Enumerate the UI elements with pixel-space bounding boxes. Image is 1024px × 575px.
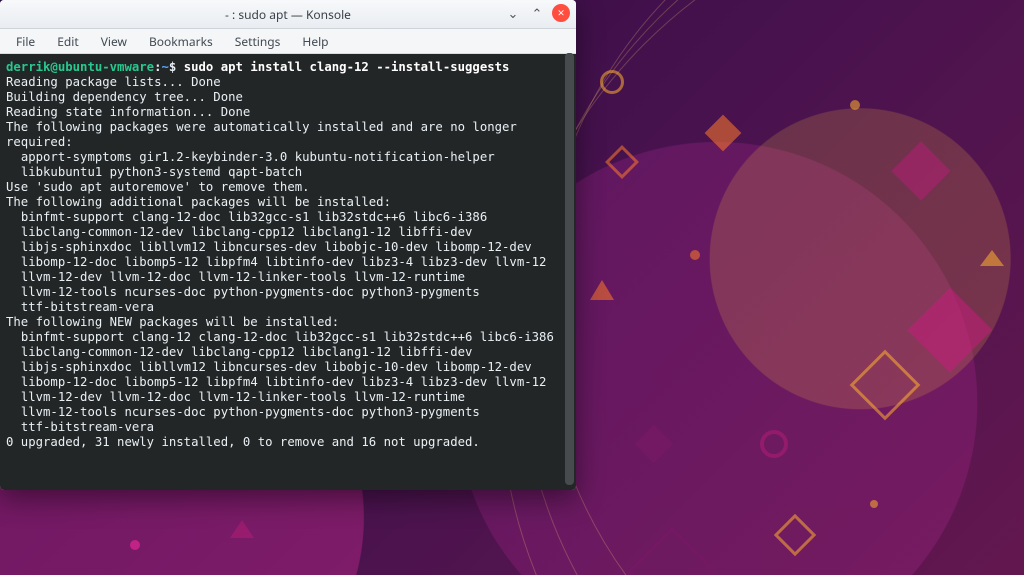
out-line: ttf-bitstream-vera [6, 420, 154, 434]
out-line: apport-symptoms gir1.2-keybinder-3.0 kub… [6, 150, 495, 164]
menu-help[interactable]: Help [292, 30, 338, 53]
out-line: llvm-12-tools ncurses-doc python-pygment… [6, 285, 480, 299]
out-line: Reading package lists... Done [6, 75, 221, 89]
out-line: The following NEW packages will be insta… [6, 315, 339, 329]
wallpaper-shape [870, 500, 878, 508]
out-line: libjs-sphinxdoc libllvm12 libncurses-dev… [6, 360, 532, 374]
wallpaper-shape [600, 70, 624, 94]
wallpaper-shape [230, 520, 254, 538]
out-line: llvm-12-dev llvm-12-doc llvm-12-linker-t… [6, 390, 465, 404]
out-line: Reading state information... Done [6, 105, 250, 119]
menu-view[interactable]: View [91, 30, 137, 53]
out-line: libomp-12-doc libomp5-12 libpfm4 libtinf… [6, 375, 546, 389]
out-line: The following packages were automaticall… [6, 120, 524, 149]
out-line: llvm-12-dev llvm-12-doc llvm-12-linker-t… [6, 270, 465, 284]
prompt-cwd: ~ [161, 60, 168, 74]
wallpaper-shape [590, 280, 614, 300]
out-line: libjs-sphinxdoc libllvm12 libncurses-dev… [6, 240, 532, 254]
out-line: 0 upgraded, 31 newly installed, 0 to rem… [6, 435, 480, 449]
menu-settings[interactable]: Settings [225, 30, 291, 53]
terminal-scrollbar-thumb[interactable] [565, 53, 574, 485]
minimize-button[interactable]: ⌄ [504, 4, 522, 22]
maximize-button[interactable]: ⌃ [528, 4, 546, 22]
konsole-window[interactable]: - : sudo apt — Konsole ⌄ ⌃ × File Edit V… [0, 0, 576, 490]
out-line: libclang-common-12-dev libclang-cpp12 li… [6, 345, 472, 359]
prompt-host: ubuntu-vmware [58, 60, 154, 74]
prompt-command: sudo apt install clang-12 --install-sugg… [184, 60, 510, 74]
out-line: ttf-bitstream-vera [6, 300, 154, 314]
out-line: Use 'sudo apt autoremove' to remove them… [6, 180, 310, 194]
desktop-wallpaper: - : sudo apt — Konsole ⌄ ⌃ × File Edit V… [0, 0, 1024, 575]
wallpaper-arc [500, 0, 1024, 575]
terminal-output[interactable]: derrik@ubuntu-vmware:~$ sudo apt install… [6, 60, 570, 450]
out-line: binfmt-support clang-12 clang-12-doc lib… [6, 330, 554, 344]
terminal-viewport[interactable]: derrik@ubuntu-vmware:~$ sudo apt install… [0, 54, 576, 490]
window-buttons: ⌄ ⌃ × [504, 4, 570, 22]
out-line: binfmt-support clang-12-doc lib32gcc-s1 … [6, 210, 487, 224]
wallpaper-shape [850, 100, 860, 110]
wallpaper-shape [690, 250, 700, 260]
prompt-user: derrik [6, 60, 50, 74]
close-button[interactable]: × [552, 4, 570, 22]
wallpaper-shape [760, 430, 788, 458]
out-line: libkubuntu1 python3-systemd qapt-batch [6, 165, 302, 179]
out-line: The following additional packages will b… [6, 195, 391, 209]
menu-edit[interactable]: Edit [47, 30, 88, 53]
out-line: Building dependency tree... Done [6, 90, 243, 104]
out-line: libomp-12-doc libomp5-12 libpfm4 libtinf… [6, 255, 546, 269]
menubar: File Edit View Bookmarks Settings Help [0, 29, 576, 54]
menu-bookmarks[interactable]: Bookmarks [139, 30, 223, 53]
out-line: libclang-common-12-dev libclang-cpp12 li… [6, 225, 472, 239]
wallpaper-shape [980, 250, 1004, 266]
wallpaper-shape [130, 540, 140, 550]
window-title: - : sudo apt — Konsole [225, 6, 351, 23]
menu-file[interactable]: File [6, 30, 45, 53]
out-line: llvm-12-tools ncurses-doc python-pygment… [6, 405, 480, 419]
window-titlebar[interactable]: - : sudo apt — Konsole ⌄ ⌃ × [0, 0, 576, 29]
